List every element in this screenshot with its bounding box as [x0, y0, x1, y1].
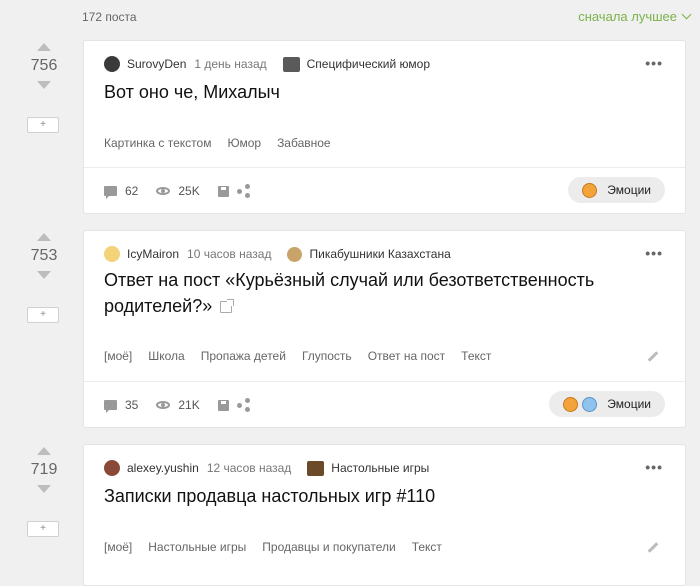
upvote-arrow-icon[interactable]	[37, 233, 51, 241]
tag[interactable]: [моё]	[104, 540, 132, 554]
emotions-label: Эмоции	[607, 397, 651, 411]
post-footer: 35 21K Эмоции	[104, 391, 665, 418]
downvote-arrow-icon[interactable]	[37, 81, 51, 89]
tag[interactable]: Пропажа детей	[201, 349, 286, 363]
vote-block: 756	[26, 43, 62, 89]
post-meta: alexey.yushin 12 часов назад Настольные …	[104, 459, 429, 477]
views-value: 25K	[178, 184, 200, 198]
vote-block: 719	[26, 447, 62, 493]
community-icon[interactable]	[307, 460, 325, 476]
vote-block: 753	[26, 233, 62, 279]
save-icon[interactable]	[217, 399, 229, 411]
emotions-button[interactable]: Эмоции	[568, 177, 665, 203]
chevron-down-icon	[681, 9, 692, 20]
post-title[interactable]: Вот оно че, Михалыч	[104, 79, 280, 105]
more-options-icon[interactable]: •••	[645, 459, 663, 475]
emoji-icon	[563, 396, 579, 412]
divider	[84, 381, 685, 382]
post-title-line: родителей?»	[104, 296, 213, 316]
comments-value: 35	[125, 398, 139, 412]
post-time: 12 часов назад	[206, 461, 292, 475]
downvote-arrow-icon[interactable]	[37, 271, 51, 279]
external-link-icon[interactable]	[220, 299, 235, 313]
topbar: 172 поста сначала лучшее	[0, 0, 700, 34]
emoji-icon	[582, 182, 598, 198]
tag[interactable]: Картинка с текстом	[104, 136, 211, 150]
community-link[interactable]: Специфический юмор	[307, 57, 430, 71]
community-icon[interactable]	[287, 246, 303, 262]
post-rating: 756	[30, 57, 58, 74]
divider	[84, 167, 685, 168]
post-meta: SurovyDen 1 день назад Специфический юмо…	[104, 55, 430, 73]
tag[interactable]: Ответ на пост	[368, 349, 445, 363]
author-link[interactable]: alexey.yushin	[127, 461, 199, 475]
views-value: 21K	[178, 398, 200, 412]
comment-icon	[104, 400, 117, 413]
save-post-button[interactable]: +	[27, 307, 59, 323]
edit-pencil-icon[interactable]	[647, 351, 659, 362]
author-link[interactable]: SurovyDen	[127, 57, 186, 71]
avatar[interactable]	[104, 246, 120, 262]
sort-label: сначала лучшее	[578, 9, 677, 24]
tag-list: [моё] Настольные игры Продавцы и покупат…	[104, 540, 458, 554]
post-footer: 62 25K Эмоции	[104, 177, 665, 204]
emotions-label: Эмоции	[607, 183, 651, 197]
save-post-button[interactable]: +	[27, 117, 59, 133]
post-time: 1 день назад	[194, 57, 267, 71]
post-time: 10 часов назад	[187, 247, 272, 261]
save-post-button[interactable]: +	[27, 521, 59, 537]
post-title-line: Ответ на пост «Курьёзный случай или безо…	[104, 270, 595, 290]
post-count: 172 поста	[82, 10, 137, 24]
community-icon[interactable]	[282, 56, 300, 72]
post-title[interactable]: Записки продавца настольных игр #110	[104, 483, 435, 509]
post-rating: 719	[30, 461, 58, 478]
post-rating: 753	[30, 247, 58, 264]
more-options-icon[interactable]: •••	[645, 245, 663, 261]
more-options-icon[interactable]: •••	[645, 55, 663, 71]
upvote-arrow-icon[interactable]	[37, 43, 51, 51]
tag[interactable]: Текст	[461, 349, 491, 363]
tag[interactable]: [моё]	[104, 349, 132, 363]
tag-list: [моё] Школа Пропажа детей Глупость Ответ…	[104, 349, 507, 363]
views-count: 25K	[156, 184, 200, 198]
tag[interactable]: Настольные игры	[148, 540, 246, 554]
eye-icon	[156, 187, 171, 195]
post-title[interactable]: Ответ на пост «Курьёзный случай или безо…	[104, 267, 594, 319]
avatar[interactable]	[104, 460, 120, 476]
post-card: SurovyDen 1 день назад Специфический юмо…	[83, 40, 686, 214]
views-count: 21K	[156, 398, 200, 412]
share-icon[interactable]	[236, 184, 251, 198]
sort-dropdown[interactable]: сначала лучшее	[578, 9, 692, 24]
community-link[interactable]: Настольные игры	[331, 461, 429, 475]
edit-pencil-icon[interactable]	[647, 542, 659, 553]
author-link[interactable]: IcyMairon	[127, 247, 179, 261]
tag[interactable]: Текст	[412, 540, 442, 554]
share-icon[interactable]	[236, 398, 251, 412]
post-card: alexey.yushin 12 часов назад Настольные …	[83, 444, 686, 586]
emoji-icon	[582, 396, 598, 412]
emotions-button[interactable]: Эмоции	[549, 391, 665, 417]
post-card: IcyMairon 10 часов назад Пикабушники Каз…	[83, 230, 686, 428]
tag-list: Картинка с текстом Юмор Забавное	[104, 136, 347, 150]
avatar[interactable]	[104, 56, 120, 72]
comments-value: 62	[125, 184, 139, 198]
community-link[interactable]: Пикабушники Казахстана	[309, 247, 450, 261]
tag[interactable]: Глупость	[302, 349, 352, 363]
comments-count[interactable]: 62	[104, 184, 139, 199]
tag[interactable]: Продавцы и покупатели	[262, 540, 395, 554]
save-icon[interactable]	[217, 185, 229, 197]
downvote-arrow-icon[interactable]	[37, 485, 51, 493]
post-meta: IcyMairon 10 часов назад Пикабушники Каз…	[104, 245, 451, 263]
comments-count[interactable]: 35	[104, 398, 139, 413]
tag[interactable]: Забавное	[277, 136, 331, 150]
upvote-arrow-icon[interactable]	[37, 447, 51, 455]
tag[interactable]: Школа	[148, 349, 184, 363]
comment-icon	[104, 186, 117, 199]
eye-icon	[156, 401, 171, 409]
tag[interactable]: Юмор	[227, 136, 261, 150]
